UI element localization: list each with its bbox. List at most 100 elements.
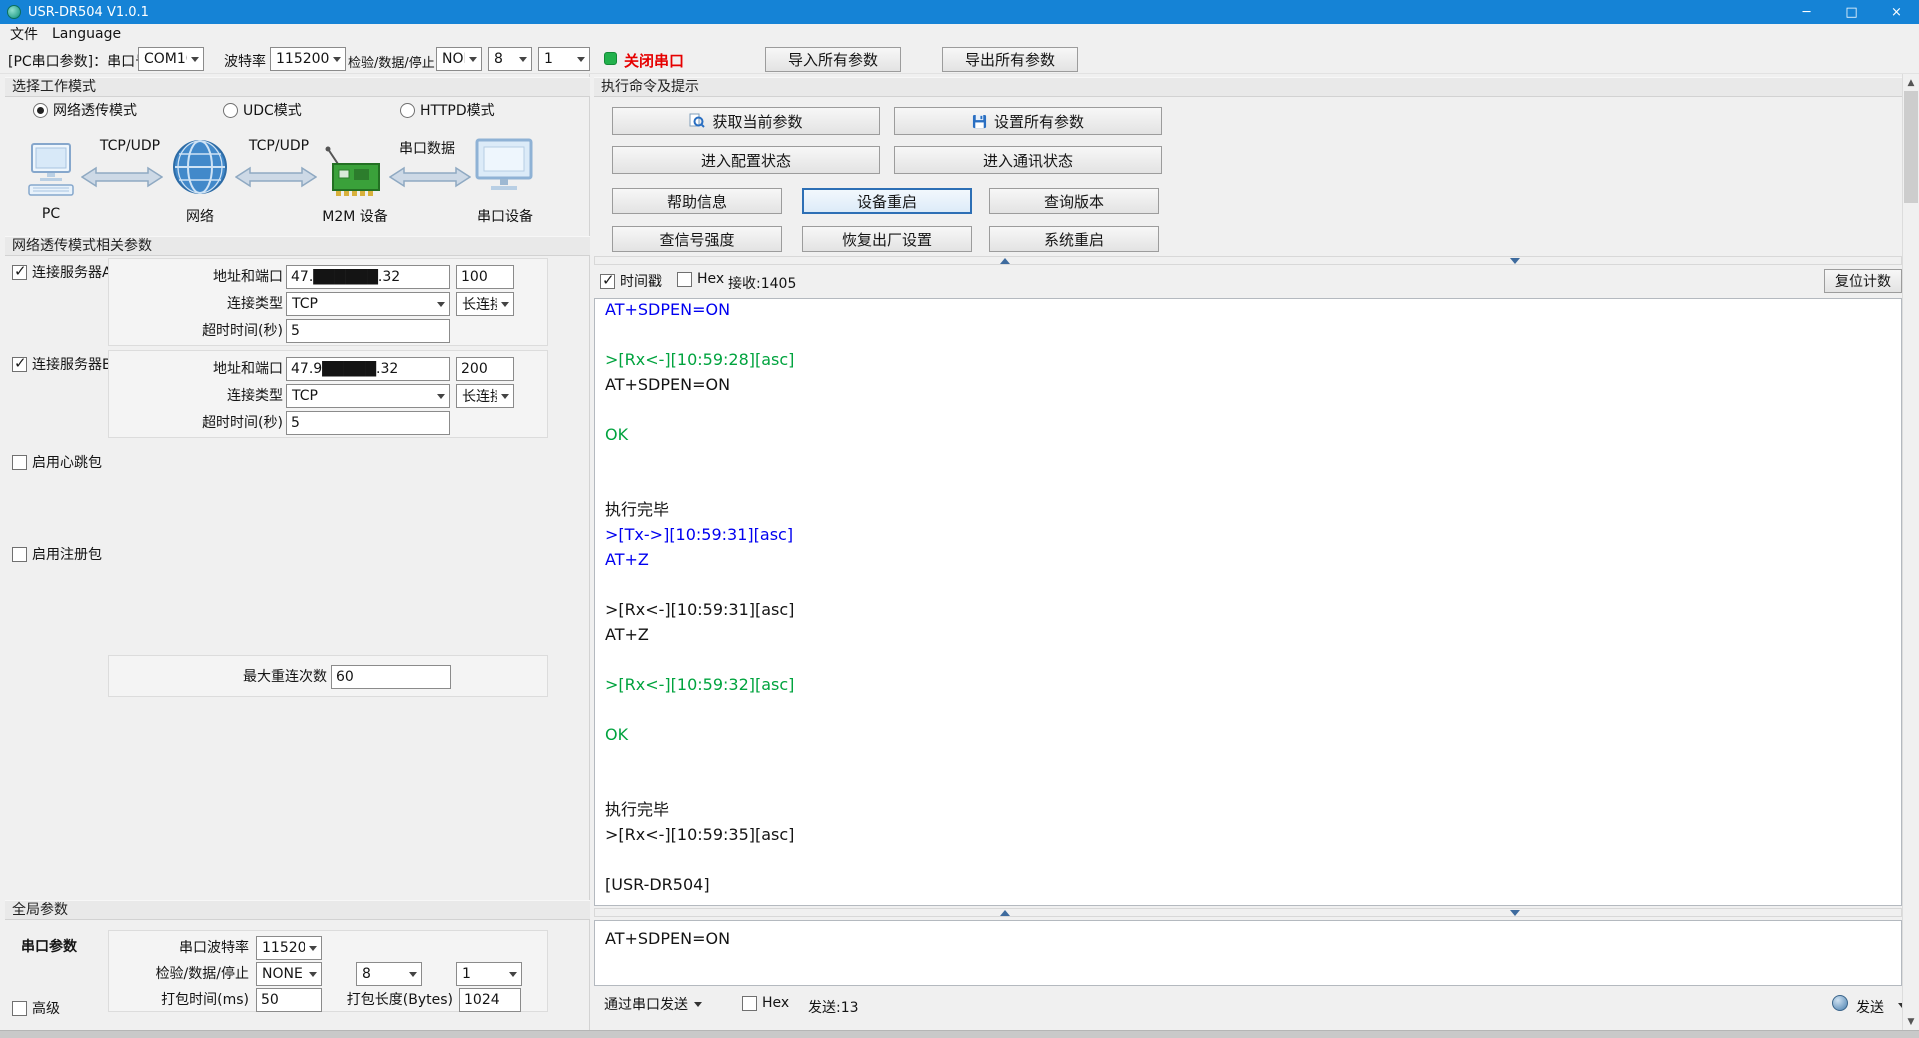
log-line: >[Rx<-][10:59:28][asc] — [605, 350, 795, 369]
server-b-address-input[interactable] — [286, 357, 450, 381]
link1-label: TCP/UDP — [99, 138, 161, 154]
enter-config-state-button[interactable]: 进入配置状态 — [612, 146, 880, 174]
server-b-addr-label: 地址和端口 — [213, 361, 283, 377]
scroll-up-icon[interactable]: ▲ — [1903, 74, 1919, 91]
stopbits-select[interactable]: 1 — [538, 47, 590, 71]
query-version-button[interactable]: 查询版本 — [989, 188, 1159, 214]
log-line: [USR-DR504] — [605, 875, 710, 894]
query-signal-strength-button[interactable]: 查信号强度 — [612, 226, 782, 252]
receive-hex-checkbox[interactable]: Hex — [677, 271, 724, 287]
collapse-up-icon[interactable] — [1000, 910, 1010, 916]
collapse-down-icon[interactable] — [1510, 910, 1520, 916]
server-b-timeout-input[interactable] — [286, 411, 450, 435]
advanced-checkbox[interactable]: 高级 — [12, 998, 60, 1018]
device-restart-button[interactable]: 设备重启 — [802, 188, 972, 214]
log-line: OK — [605, 425, 629, 444]
com-port-select[interactable]: COM10 — [138, 47, 204, 71]
register-packet-checkbox[interactable]: 启用注册包 — [12, 544, 102, 564]
menu-file[interactable]: 文件 — [10, 24, 38, 44]
send-icon — [1832, 995, 1848, 1011]
enter-comm-state-button[interactable]: 进入通讯状态 — [894, 146, 1162, 174]
link-arrow-icon — [388, 166, 472, 192]
server-a-checkbox[interactable]: 连接服务器A — [12, 262, 112, 282]
window-title: USR-DR504 V1.0.1 — [28, 4, 149, 20]
mode-httpd-radio[interactable]: HTTPD模式 — [400, 100, 495, 120]
collapse-up-icon[interactable] — [1000, 258, 1010, 264]
get-current-params-button[interactable]: 获取当前参数 — [612, 107, 880, 135]
server-b-port-input[interactable] — [456, 357, 514, 381]
databits-select[interactable]: 8 — [488, 47, 532, 71]
checkbox-icon — [12, 454, 27, 470]
heartbeat-checkbox[interactable]: 启用心跳包 — [12, 452, 102, 472]
server-b-type-select[interactable]: TCP — [286, 384, 450, 408]
import-params-button[interactable]: 导入所有参数 — [765, 47, 901, 72]
window-controls: ─ □ × — [1784, 0, 1919, 24]
global-stopbits-select[interactable]: 1 — [456, 962, 522, 986]
global-baud-select[interactable]: 115200 — [256, 936, 322, 960]
vertical-scrollbar[interactable]: ▲ ▼ — [1902, 74, 1919, 1030]
server-a-mode-select[interactable]: 长连接 — [456, 292, 514, 316]
send-via-serial-button[interactable]: 通过串口发送 — [604, 994, 702, 1014]
chevron-down-icon — [515, 48, 531, 70]
send-top-splitter[interactable] — [594, 908, 1902, 917]
minimize-button[interactable]: ─ — [1784, 0, 1829, 24]
factory-reset-button[interactable]: 恢复出厂设置 — [802, 226, 972, 252]
server-a-port-input[interactable] — [456, 265, 514, 289]
scroll-down-icon[interactable]: ▼ — [1903, 1013, 1919, 1030]
menubar: 文件 Language — [0, 24, 1919, 44]
mode-udc-radio[interactable]: UDC模式 — [223, 100, 302, 120]
command-panel: 执行命令及提示 获取当前参数 设置所有参数 进入配置状态 进入通讯状态 帮助信息… — [594, 74, 1906, 1030]
send-input[interactable]: AT+SDPEN=ON — [594, 920, 1902, 986]
help-info-button[interactable]: 帮助信息 — [612, 188, 782, 214]
collapse-down-icon[interactable] — [1510, 258, 1520, 264]
link-arrow-icon — [234, 166, 318, 192]
log-line: 执行完毕 — [605, 500, 670, 519]
log-line: >[Rx<-][10:59:32][asc] — [605, 675, 795, 694]
menu-language[interactable]: Language — [52, 26, 121, 42]
server-a-type-select[interactable]: TCP — [286, 292, 450, 316]
global-databits-select[interactable]: 8 — [356, 962, 422, 986]
chevron-down-icon — [433, 293, 449, 315]
set-all-params-button[interactable]: 设置所有参数 — [894, 107, 1162, 135]
close-button[interactable]: × — [1874, 0, 1919, 24]
log-top-splitter[interactable] — [594, 256, 1902, 265]
reset-counter-button[interactable]: 复位计数 — [1824, 269, 1902, 293]
radio-icon — [400, 102, 415, 118]
send-options-row: 通过串口发送 Hex 发送:13 发送 — [594, 992, 1906, 1018]
server-b-timeout-label: 超时时间(秒) — [202, 415, 283, 431]
timestamp-checkbox[interactable]: 时间戳 — [600, 271, 662, 291]
log-line: 执行完毕 — [605, 800, 670, 819]
mode-transparent-radio[interactable]: 网络透传模式 — [33, 100, 137, 120]
maximize-button[interactable]: □ — [1829, 0, 1874, 24]
left-panel: 选择工作模式 网络透传模式 UDC模式 HTTPD模式 TCP/UDP TCP/… — [5, 74, 590, 1030]
server-b-checkbox[interactable]: 连接服务器B — [12, 354, 112, 374]
server-a-timeout-label: 超时时间(秒) — [202, 323, 283, 339]
close-port-button[interactable]: 关闭串口 — [624, 50, 684, 71]
export-params-button[interactable]: 导出所有参数 — [942, 47, 1078, 72]
global-serial-panel: 串口波特率 115200 检验/数据/停止 NONE 8 1 打包时间(ms) — [108, 930, 548, 1012]
server-b-mode-select[interactable]: 长连接 — [456, 384, 514, 408]
send-hex-checkbox[interactable]: Hex — [742, 995, 789, 1011]
checkbox-icon — [12, 546, 27, 562]
packlen-input[interactable] — [459, 988, 521, 1012]
receive-log-lines: AT+SDPEN=ON >[Rx<-][10:59:28][asc] AT+SDP… — [605, 299, 1891, 897]
packtime-input[interactable] — [256, 988, 322, 1012]
baud-select[interactable]: 115200 — [270, 47, 346, 71]
scrollbar-thumb[interactable] — [1904, 91, 1918, 203]
system-restart-button[interactable]: 系统重启 — [989, 226, 1159, 252]
send-button[interactable]: 发送 — [1856, 997, 1884, 1017]
log-line: AT+Z — [605, 550, 649, 569]
server-a-timeout-input[interactable] — [286, 319, 450, 343]
global-parity-select[interactable]: NONE — [256, 962, 322, 986]
toolbar: [PC串口参数]：串口号 COM10 波特率 115200 检验/数据/停止 N… — [0, 44, 1919, 74]
checkbox-icon — [12, 354, 27, 372]
parity-select[interactable]: NONE — [436, 47, 482, 71]
reconnect-label: 最大重连次数 — [243, 669, 327, 685]
baud-label: 波特率 — [224, 54, 266, 70]
server-a-address-input[interactable] — [286, 265, 450, 289]
receive-log[interactable]: AT+SDPEN=ON >[Rx<-][10:59:28][asc] AT+SDP… — [594, 298, 1902, 906]
reconnect-input[interactable] — [331, 665, 451, 689]
